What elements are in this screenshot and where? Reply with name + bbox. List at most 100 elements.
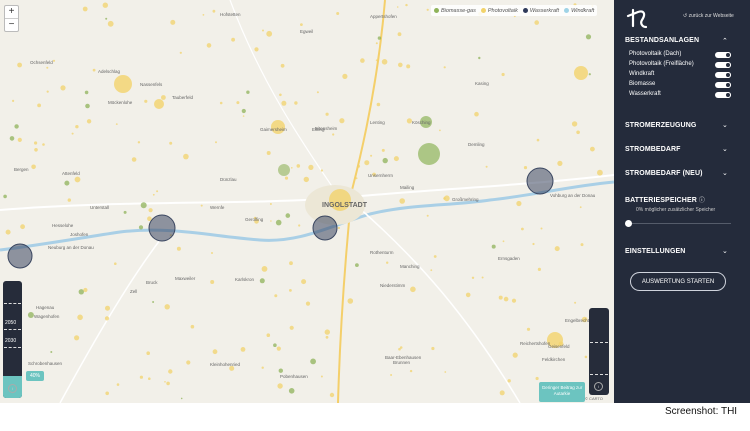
pv-marker[interactable] [246,90,250,94]
pv-marker[interactable] [179,51,182,54]
pv-marker[interactable] [405,3,408,7]
chevron-down-icon[interactable]: ⌄ [722,169,728,177]
pv-marker[interactable] [433,255,437,258]
start-evaluation-button[interactable]: AUSWERTUNG STARTEN [630,272,726,291]
info-icon[interactable]: i [8,384,17,393]
pv-marker[interactable] [336,12,340,15]
pv-marker[interactable] [266,30,273,37]
pv-marker[interactable] [183,153,189,160]
min-contribution-button[interactable]: Geringer Beitrag zur Autarkie [539,382,585,402]
pv-marker[interactable] [139,375,143,379]
pv-marker[interactable] [37,103,41,108]
pv-marker[interactable] [444,371,447,373]
pv-marker[interactable] [212,349,218,355]
pv-marker[interactable] [277,383,283,389]
pv-marker[interactable] [347,298,354,304]
pv-marker[interactable] [579,206,582,209]
pv-marker[interactable] [386,261,389,264]
legend-item[interactable]: Wasserkraft [522,8,559,14]
pv-marker[interactable] [532,242,535,246]
autarky-slider[interactable]: i [589,308,609,395]
pv-marker[interactable] [285,213,291,218]
pv-marker[interactable] [390,374,393,376]
pv-marker[interactable] [107,20,114,27]
pv-marker[interactable] [105,305,110,311]
pv-marker[interactable] [364,160,370,166]
chevron-down-icon[interactable]: ⌄ [722,121,728,129]
pv-marker[interactable] [74,176,81,183]
pv-marker[interactable] [231,37,236,42]
pv-marker[interactable] [325,112,329,116]
pv-marker[interactable] [83,287,88,293]
pv-marker[interactable] [115,123,118,125]
pv-marker[interactable] [355,177,358,180]
pv-marker[interactable] [289,261,293,266]
pv-marker[interactable] [105,391,109,396]
section-strombedarf[interactable]: STROMBEDARF [625,146,681,153]
section-strombedarf-neu[interactable]: STROMBEDARF (NEU) [625,170,703,177]
pv-marker[interactable] [516,200,522,207]
legend-item[interactable]: Biomasse-gas [434,8,476,14]
pv-marker[interactable] [219,101,223,105]
pv-marker[interactable] [474,111,479,117]
pv-marker[interactable] [485,165,488,168]
pv-marker[interactable] [597,169,603,176]
pv-marker[interactable] [46,66,49,69]
pv-marker[interactable] [396,6,399,8]
zoom-in-button[interactable]: + [5,6,18,18]
pv-marker[interactable] [410,286,416,293]
pv-marker[interactable] [166,381,170,386]
pv-marker[interactable] [499,390,505,396]
pv-marker[interactable] [270,220,272,222]
pv-marker[interactable] [242,115,245,117]
pv-marker[interactable] [585,34,592,40]
pv-marker[interactable] [269,203,272,205]
pv-marker[interactable] [507,379,511,383]
pv-marker[interactable] [261,266,268,272]
toggle-pv-dach[interactable] [715,52,731,58]
pv-marker[interactable] [342,73,348,79]
pv-marker[interactable] [357,164,361,168]
pv-marker[interactable] [337,226,340,230]
pv-marker[interactable] [259,278,265,284]
pv-marker[interactable] [443,195,450,202]
pv-marker[interactable] [298,224,301,227]
pv-marker[interactable] [17,137,22,142]
legend-item[interactable]: Windkraft [564,8,594,14]
pv-marker[interactable] [273,343,277,348]
pv-marker[interactable] [535,376,539,381]
pv-marker[interactable] [382,157,388,164]
pv-marker[interactable] [291,167,293,169]
pv-marker[interactable] [210,280,215,284]
pv-marker[interactable] [206,43,212,48]
pv-marker[interactable] [521,227,524,231]
pv-marker[interactable] [236,101,240,105]
pv-marker[interactable] [284,176,289,180]
battery-slider-track[interactable] [628,223,731,224]
pv-marker[interactable] [590,146,595,152]
section-stromerzeugung[interactable]: STROMERZEUGUNG [625,122,696,129]
info-icon[interactable]: i [594,382,603,391]
pv-marker[interactable] [397,32,402,37]
pv-marker[interactable] [574,301,577,304]
toggle-pv-freiflaeche[interactable] [715,62,731,68]
pv-marker[interactable] [74,335,80,341]
pv-marker[interactable] [301,279,307,285]
pv-marker[interactable] [377,36,382,40]
pv-marker[interactable] [86,119,92,124]
pv-marker[interactable] [212,9,216,13]
pv-marker[interactable] [31,164,36,170]
pv-marker[interactable] [481,276,484,279]
pv-marker[interactable] [77,314,83,321]
pv-marker[interactable] [289,289,292,292]
pv-marker[interactable] [310,358,316,365]
pv-marker[interactable] [71,132,74,135]
pv-marker[interactable] [152,301,155,303]
pv-marker[interactable] [439,129,441,132]
pv-marker[interactable] [370,154,373,157]
pv-marker[interactable] [375,42,378,45]
pv-marker[interactable] [164,304,170,310]
pv-marker[interactable] [42,143,45,146]
pv-marker[interactable] [64,180,70,186]
pv-marker[interactable] [540,227,543,230]
